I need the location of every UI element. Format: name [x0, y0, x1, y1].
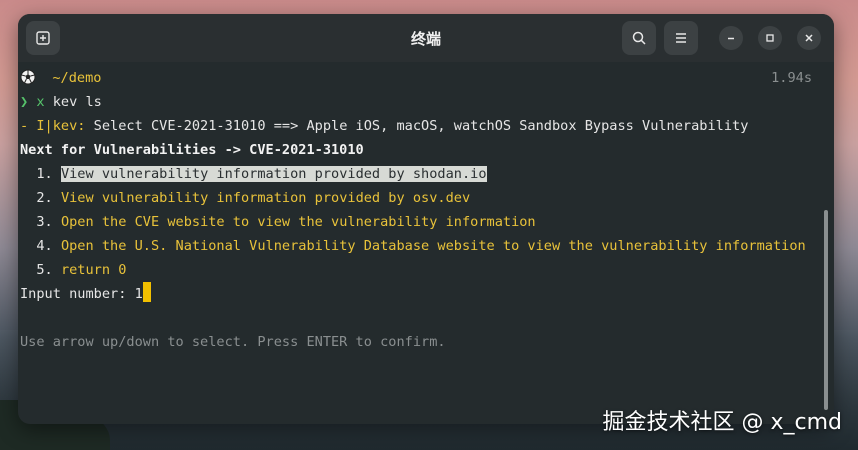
menu-button[interactable] — [664, 21, 698, 55]
new-tab-button[interactable] — [26, 21, 60, 55]
info-line: - I|kev: Select CVE-2021-31010 ==> Apple… — [20, 114, 834, 138]
prompt-path-line: ~/demo — [20, 66, 834, 90]
maximize-button[interactable] — [758, 26, 782, 50]
prompt-path: ~/demo — [52, 70, 102, 86]
elapsed-time: 1.94s — [771, 70, 812, 86]
hamburger-menu-icon — [676, 33, 686, 43]
option-label: Open the U.S. National Vulnerability Dat… — [60, 238, 806, 254]
window-title: 终端 — [410, 29, 441, 48]
close-button[interactable] — [797, 26, 821, 50]
option-number: 4. — [36, 238, 53, 254]
option-number: 2. — [36, 190, 53, 206]
titlebar: 终端 — [18, 14, 834, 62]
scrollbar[interactable] — [824, 210, 828, 410]
new-tab-icon — [36, 31, 50, 45]
prompt-marker: x — [36, 94, 45, 110]
input-label: Input number: — [20, 286, 135, 302]
command-line: ❯ x kev ls — [20, 90, 834, 114]
option-number: 3. — [36, 214, 53, 230]
terminal-window: 终端 1.94s ~/demo ❯ x kev ls - I|kev: Sele… — [18, 14, 834, 424]
soccer-ball-icon — [20, 69, 36, 85]
minimize-icon — [728, 37, 734, 40]
maximize-icon — [766, 34, 774, 42]
option-number: 1. — [36, 166, 53, 182]
option-1[interactable]: 1. View vulnerability information provid… — [20, 162, 834, 186]
hint-text: Use arrow up/down to select. Press ENTER… — [20, 334, 446, 350]
input-value: 1 — [134, 286, 143, 302]
option-2[interactable]: 2. View vulnerability information provid… — [20, 186, 834, 210]
prompt-arrow: ❯ — [20, 94, 29, 110]
option-number: 5. — [36, 262, 53, 278]
option-label-selected: View vulnerability information provided … — [60, 166, 487, 182]
command-text: kev ls — [52, 94, 102, 110]
watermark: 掘金技术社区 @ x_cmd — [602, 410, 843, 435]
option-label: Open the CVE website to view the vulnera… — [60, 214, 536, 230]
minimize-button[interactable] — [719, 26, 743, 50]
close-icon — [805, 34, 813, 42]
info-prefix: - I|kev: — [20, 118, 86, 134]
search-button[interactable] — [622, 21, 656, 55]
option-label: View vulnerability information provided … — [60, 190, 471, 206]
input-line[interactable]: Input number: 1 — [20, 282, 834, 306]
search-icon — [632, 31, 646, 45]
info-text: Select CVE-2021-31010 ==> Apple iOS, mac… — [85, 118, 749, 134]
next-header: Next for Vulnerabilities -> CVE-2021-310… — [20, 142, 364, 158]
option-5[interactable]: 5. return 0 — [20, 258, 834, 282]
text-cursor — [142, 282, 151, 302]
option-3[interactable]: 3. Open the CVE website to view the vuln… — [20, 210, 834, 234]
terminal-output[interactable]: 1.94s ~/demo ❯ x kev ls - I|kev: Select … — [18, 62, 834, 354]
option-4[interactable]: 4. Open the U.S. National Vulnerability … — [20, 234, 834, 258]
option-label: return 0 — [60, 262, 127, 278]
